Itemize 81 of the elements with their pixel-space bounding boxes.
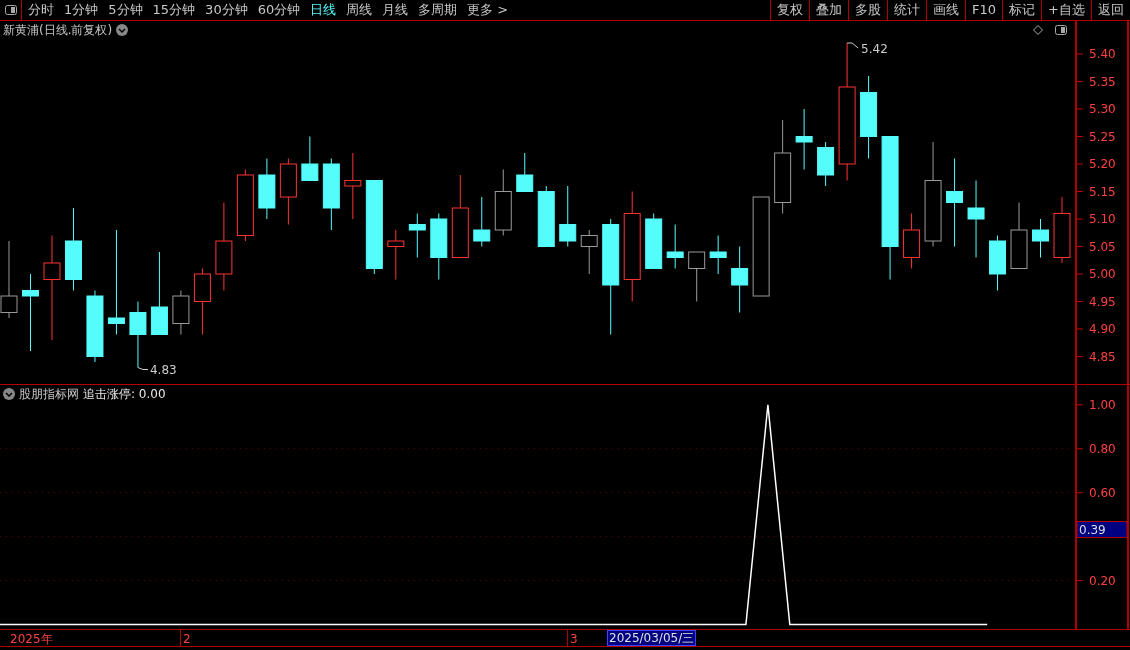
high-price-label: 5.42 [861,42,888,56]
timeline-label: 3 [570,631,578,648]
axis-label: 5.10 [1089,212,1116,226]
dropdown-icon[interactable] [3,387,15,400]
timeline-label: 2025年 [10,631,53,648]
period-tab[interactable]: 更多 > [467,0,509,20]
period-tab[interactable]: 1分钟 [64,0,99,20]
cursor-date: 2025/03/05/三 [607,630,697,646]
axis-label: 4.95 [1089,294,1116,309]
candlestick [473,196,491,247]
panel-toggle-icon[interactable] [4,5,17,15]
axis-label: 5.05 [1089,239,1116,254]
candlestick [580,229,598,275]
toolbar-button[interactable]: 画线 [926,0,966,20]
candlestick [709,235,727,275]
toolbar-button[interactable]: 标记 [1002,0,1042,20]
candlestick [731,246,749,313]
dropdown-icon[interactable] [116,23,129,36]
axis-label: 5.00 [1089,267,1116,281]
period-tab[interactable]: 周线 [346,0,373,20]
period-tab[interactable]: 30分钟 [205,0,248,20]
candlestick [1053,196,1071,264]
toolbar-button[interactable]: 多股 [848,0,888,20]
candlestick [258,158,276,220]
current-value-badge: 0.39 [1076,521,1128,538]
candlestick [494,169,512,236]
candlestick [430,213,448,280]
axis-label: 0.60 [1089,485,1116,500]
candlestick [193,268,211,335]
candlestick [387,229,405,280]
toolbar-button[interactable]: +自选 [1041,0,1091,20]
stock-title: 新黄浦(日线.前复权) [3,21,113,39]
candlestick [645,213,663,269]
axis-label: 5.40 [1089,47,1116,61]
axis-label: 1.00 [1089,397,1116,412]
axis-label: 0.80 [1089,441,1116,456]
candlestick [688,251,706,302]
candlestick [666,224,684,269]
candlestick [344,152,362,220]
candlestick [279,158,297,225]
axis-label: 5.15 [1089,184,1116,199]
candlestick [817,141,835,187]
period-tab[interactable]: 5分钟 [108,0,143,20]
axis-label: 5.30 [1089,102,1116,116]
axis-label: 5.35 [1089,74,1116,89]
axis-label: 5.25 [1089,129,1116,144]
toolbar-button[interactable]: 复权 [770,0,810,20]
period-tab[interactable]: 15分钟 [152,0,196,20]
candlestick [989,235,1007,291]
axis-label: 4.90 [1089,322,1116,336]
toolbar-button[interactable]: 叠加 [809,0,849,20]
axis-label: 0.20 [1089,573,1116,588]
period-tab[interactable]: 分时 [28,0,54,20]
timeline-label: 2 [183,631,191,648]
period-tab[interactable]: 月线 [382,0,409,20]
candlestick [172,290,190,335]
indicator-source: 股朋指标网 [19,385,79,403]
candlestick [408,213,426,258]
candlestick [795,108,813,170]
panel-toggle-icon[interactable] [1055,24,1067,35]
low-price-label: 4.83 [149,362,177,377]
candlestick [537,185,555,247]
period-tab[interactable]: 日线 [310,0,337,20]
diamond-icon[interactable] [1033,24,1043,35]
candlestick [129,301,147,368]
axis-label: 5.20 [1089,157,1116,171]
candlestick [559,185,577,247]
candlestick [903,213,921,269]
toolbar-button[interactable]: F10 [965,0,1003,20]
toolbar-button[interactable]: 统计 [887,0,927,20]
axis-label: 4.85 [1089,349,1116,364]
period-tab[interactable]: 多周期 [418,0,458,20]
leader-line [846,42,859,49]
candlestick [301,136,319,181]
candlestick [1032,218,1049,258]
indicator-value: 追击涨停: 0.00 [83,385,166,403]
period-tab[interactable]: 60分钟 [257,0,301,20]
candlestick [516,152,534,192]
leader-line [137,367,149,370]
toolbar-button[interactable]: 返回 [1091,0,1130,20]
candlestick [1010,202,1028,269]
